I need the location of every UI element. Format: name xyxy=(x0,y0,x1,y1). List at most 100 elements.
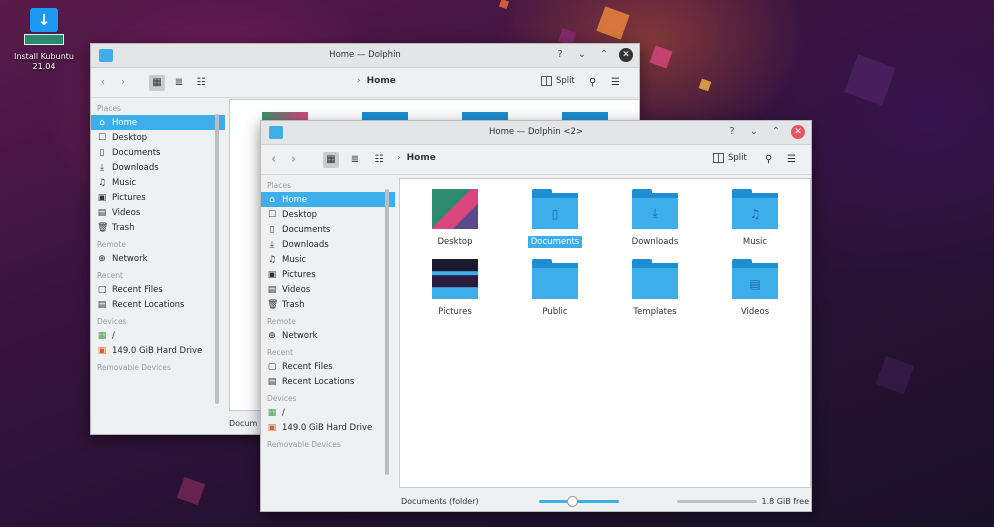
device-root[interactable]: ▦ / xyxy=(261,405,395,420)
file-item-desktop[interactable]: Desktop xyxy=(420,189,490,248)
pictures-folder-thumbnail-icon xyxy=(432,259,478,299)
place-downloads[interactable]: ⤓ Downloads xyxy=(261,237,395,252)
place-recent-files[interactable]: ▢ Recent Files xyxy=(261,359,395,374)
back-arrow-icon[interactable]: ‹ xyxy=(101,75,105,91)
network-icon: ⊕ xyxy=(98,253,106,264)
place-recent-files[interactable]: ▢ Recent Files xyxy=(91,282,225,297)
place-music[interactable]: ♫ Music xyxy=(91,175,225,190)
title-bar[interactable]: Home — Dolphin ? ⌄ ⌃ ✕ xyxy=(91,44,639,68)
place-documents[interactable]: ▯ Documents xyxy=(261,222,395,237)
breadcrumb[interactable]: › Home xyxy=(397,153,436,163)
forward-arrow-icon[interactable]: › xyxy=(121,75,125,91)
place-desktop[interactable]: ☐ Desktop xyxy=(91,130,225,145)
folder-icon: ▤ xyxy=(732,259,778,299)
place-home[interactable]: ⌂ Home xyxy=(261,192,395,207)
hamburger-menu-icon[interactable]: ☰ xyxy=(787,152,796,168)
place-label: Home xyxy=(282,194,308,205)
hamburger-menu-icon[interactable]: ☰ xyxy=(611,75,620,91)
device-hard-drive[interactable]: ▣ 149.0 GiB Hard Drive xyxy=(91,343,225,358)
device-root[interactable]: ▦ / xyxy=(91,328,225,343)
details-view-icon[interactable]: ☷ xyxy=(193,75,209,91)
places-scrollbar[interactable] xyxy=(385,189,389,475)
breadcrumb[interactable]: › Home xyxy=(357,76,396,86)
split-button[interactable]: Split xyxy=(541,76,575,86)
close-icon[interactable]: ✕ xyxy=(791,125,805,139)
place-label: Recent Locations xyxy=(112,299,185,310)
search-icon[interactable]: ⚲ xyxy=(765,152,772,168)
maximize-icon[interactable]: ⌃ xyxy=(769,125,783,139)
music-icon: ♫ xyxy=(267,254,277,265)
file-item-videos[interactable]: ▤ Videos xyxy=(720,259,790,318)
recent-header: Recent xyxy=(267,348,293,357)
minimize-icon[interactable]: ⌄ xyxy=(575,48,589,62)
file-label: Pictures xyxy=(438,307,472,317)
install-kubuntu-desktop-icon[interactable]: ↓ Install Kubuntu 21.04 xyxy=(8,8,80,72)
recent-files-icon: ▢ xyxy=(267,361,277,372)
status-text: Docum xyxy=(229,419,258,428)
breadcrumb-home[interactable]: Home xyxy=(407,153,436,163)
place-label: Trash xyxy=(282,299,305,310)
wallpaper-shape xyxy=(596,6,630,40)
close-icon[interactable]: ✕ xyxy=(619,48,633,62)
file-view[interactable]: Desktop ▯ Documents ⤓ Downloads ♫ Music Picture… xyxy=(399,178,811,488)
split-button[interactable]: Split xyxy=(713,153,747,163)
compact-view-icon[interactable]: ≣ xyxy=(347,152,363,168)
status-bar: Documents (folder) 1.8 GiB free xyxy=(399,491,811,511)
pictures-icon: ▣ xyxy=(267,269,277,280)
file-label: Downloads xyxy=(631,237,679,247)
place-home[interactable]: ⌂ Home xyxy=(91,115,225,130)
place-pictures[interactable]: ▣ Pictures xyxy=(261,267,395,282)
help-button[interactable]: ? xyxy=(553,48,567,62)
place-downloads[interactable]: ⤓ Downloads xyxy=(91,160,225,175)
zoom-slider-handle[interactable] xyxy=(567,496,578,507)
place-recent-locations[interactable]: ▤ Recent Locations xyxy=(261,374,395,389)
recent-header: Recent xyxy=(97,271,123,280)
places-scrollbar[interactable] xyxy=(215,114,219,404)
minimize-icon[interactable]: ⌄ xyxy=(747,125,761,139)
place-trash[interactable]: 🗑 Trash xyxy=(91,220,225,235)
places-header: Places xyxy=(97,104,121,113)
maximize-icon[interactable]: ⌃ xyxy=(597,48,611,62)
dolphin-window-front[interactable]: Home — Dolphin <2> ? ⌄ ⌃ ✕ ‹ › ▦ ≣ ☷ › Ho… xyxy=(260,120,812,512)
place-videos[interactable]: ▤ Videos xyxy=(91,205,225,220)
file-item-downloads[interactable]: ⤓ Downloads xyxy=(620,189,690,248)
search-icon[interactable]: ⚲ xyxy=(589,75,596,91)
title-bar[interactable]: Home — Dolphin <2> ? ⌄ ⌃ ✕ xyxy=(261,121,811,145)
place-trash[interactable]: 🗑 Trash xyxy=(261,297,395,312)
desktop-icon: ☐ xyxy=(267,209,277,220)
place-label: Desktop xyxy=(112,132,148,143)
place-videos[interactable]: ▤ Videos xyxy=(261,282,395,297)
forward-arrow-icon[interactable]: › xyxy=(291,152,296,168)
file-item-music[interactable]: ♫ Music xyxy=(720,189,790,248)
file-item-pictures[interactable]: Pictures xyxy=(420,259,490,318)
file-item-public[interactable]: Public xyxy=(520,259,590,318)
icons-view-icon[interactable]: ▦ xyxy=(323,152,339,168)
root-drive-icon: ▦ xyxy=(97,330,107,341)
compact-view-icon[interactable]: ≣ xyxy=(171,75,187,91)
breadcrumb-home[interactable]: Home xyxy=(367,76,396,86)
desktop-folder-thumbnail-icon xyxy=(432,189,478,229)
device-hard-drive[interactable]: ▣ 149.0 GiB Hard Drive xyxy=(261,420,395,435)
free-space-label: 1.8 GiB free xyxy=(761,497,810,506)
desktop-icon: ☐ xyxy=(97,132,107,143)
place-network[interactable]: ⊕ Network xyxy=(261,328,395,343)
help-button[interactable]: ? xyxy=(725,125,739,139)
music-icon: ♫ xyxy=(97,177,107,188)
file-item-templates[interactable]: Templates xyxy=(620,259,690,318)
file-item-documents[interactable]: ▯ Documents xyxy=(520,189,590,248)
place-label: Recent Files xyxy=(282,361,333,372)
back-arrow-icon[interactable]: ‹ xyxy=(271,152,276,168)
removable-devices-header: Removable Devices xyxy=(97,363,171,372)
split-icon xyxy=(541,76,552,86)
place-recent-locations[interactable]: ▤ Recent Locations xyxy=(91,297,225,312)
icons-view-icon[interactable]: ▦ xyxy=(149,75,165,91)
zoom-slider-track[interactable] xyxy=(539,500,619,503)
place-desktop[interactable]: ☐ Desktop xyxy=(261,207,395,222)
place-music[interactable]: ♫ Music xyxy=(261,252,395,267)
place-network[interactable]: ⊕ Network xyxy=(91,251,225,266)
documents-icon: ▯ xyxy=(99,147,105,158)
place-documents[interactable]: ▯ Documents xyxy=(91,145,225,160)
details-view-icon[interactable]: ☷ xyxy=(371,152,387,168)
place-label: Desktop xyxy=(282,209,318,220)
place-pictures[interactable]: ▣ Pictures xyxy=(91,190,225,205)
